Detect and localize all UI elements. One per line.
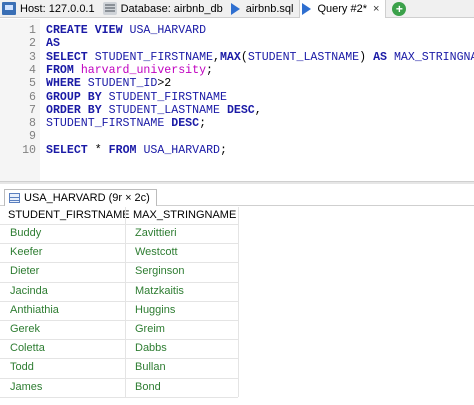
code-line[interactable]: 1 CREATE VIEW USA_HARVARD [0,24,474,37]
code-line[interactable]: 5 WHERE STUDENT_ID>2 [0,77,474,90]
row-divider [0,224,238,225]
pane-splitter[interactable] [0,181,474,184]
code-text: ORDER BY STUDENT_LASTNAME DESC, [46,103,262,117]
row-divider [0,300,238,302]
table-cell[interactable]: Westcott [125,243,238,262]
row-divider [0,262,238,264]
row-divider [0,243,238,245]
line-number: 9 [29,130,36,144]
tab-result-usa-harvard[interactable]: USA_HARVARD (9r × 2c) [4,189,157,206]
column-header[interactable]: STUDENT_FIRSTNAME [0,207,130,224]
table-cell[interactable]: Greim [125,320,238,339]
table-cell[interactable]: Todd [0,358,125,377]
code-text: FROM harvard_university; [46,63,214,77]
tab-host[interactable]: Host: 127.0.0.1 [0,0,101,18]
code-line[interactable]: 4 FROM harvard_university; [0,64,474,77]
row-divider [0,358,238,360]
table-cell[interactable]: Gerek [0,320,125,339]
sql-editor[interactable]: 1 CREATE VIEW USA_HARVARD 2 AS 3 SELECT STUDE… [0,19,474,181]
table-cell[interactable]: Keefer [0,243,125,262]
line-number: 10 [22,143,36,157]
table-cell[interactable]: Zavittieri [125,224,238,243]
tab-airbnb-sql[interactable]: airbnb.sql [229,0,300,18]
code-line[interactable]: 2 AS [0,37,474,50]
code-text: WHERE STUDENT_ID>2 [46,77,172,91]
close-tab-icon[interactable]: × [373,3,379,15]
code-text: SELECT * FROM USA_HARVARD; [46,143,227,157]
line-number: 6 [29,90,36,104]
result-tab-bar: USA_HARVARD (9r × 2c) [0,188,474,206]
database-icon [102,2,117,15]
tab-host-label: Host: 127.0.0.1 [20,2,95,15]
tab-database[interactable]: Database: airbnb_db [101,0,229,18]
line-number: 8 [29,117,36,131]
table-cell[interactable]: Serginson [125,262,238,281]
host-icon [2,2,16,15]
line-number: 2 [29,37,36,51]
play-icon [230,2,240,15]
table-grid-icon [9,193,20,203]
tab-database-label: Database: airbnb_db [120,2,223,15]
query-tab-bar: Host: 127.0.0.1 Database: airbnb_db airb… [0,0,474,18]
line-number: 5 [29,77,36,91]
line-number: 7 [29,103,36,117]
line-number: 4 [29,63,36,77]
row-divider [0,320,238,321]
line-number: 1 [29,24,36,37]
row-divider [0,281,238,283]
code-text: CREATE VIEW USA_HARVARD [46,24,207,37]
row-divider [0,377,238,379]
code-text: AS [46,37,60,51]
result-tab-label: USA_HARVARD (9r × 2c) [24,192,150,204]
tab-query-2-label: Query #2* [317,2,367,15]
table-cell[interactable]: Bond [125,378,238,397]
code-line[interactable]: 3 SELECT STUDENT_FIRSTNAME,MAX(STUDENT_LA… [0,51,474,64]
code-text: STUDENT_FIRSTNAME DESC; [46,117,207,131]
code-line[interactable]: 8 STUDENT_FIRSTNAME DESC; [0,117,474,130]
code-line[interactable]: 9 [0,130,474,143]
tab-query-2[interactable]: Query #2* × [299,0,387,18]
code-text: SELECT STUDENT_FIRSTNAME,MAX(STUDENT_LAS… [46,50,474,64]
add-tab-icon[interactable]: + [392,1,407,16]
code-text: GROUP BY STUDENT_FIRSTNAME [46,90,227,104]
code-line[interactable]: 6 GROUP BY STUDENT_FIRSTNAME [0,91,474,104]
table-cell[interactable]: Anthiathia [0,301,125,320]
table-cell[interactable]: Jacinda [0,282,125,301]
line-number: 3 [29,50,36,64]
column-divider [238,207,239,397]
table-cell[interactable]: Dieter [0,262,125,281]
row-divider [0,339,238,341]
result-grid[interactable]: STUDENT_FIRSTNAME MAX_STRINGNAME Buddy Zavi… [0,207,474,405]
column-divider [125,207,126,397]
row-divider [0,396,238,398]
table-cell[interactable]: Bullan [125,358,238,377]
table-cell[interactable]: Coletta [0,339,125,358]
table-cell[interactable]: Huggins [125,301,238,320]
code-line[interactable]: 7 ORDER BY STUDENT_LASTNAME DESC, [0,104,474,117]
table-cell[interactable]: Dabbs [125,339,238,358]
play-icon [302,2,312,15]
column-header[interactable]: MAX_STRINGNAME [125,207,238,224]
code-line[interactable]: 10 SELECT * FROM USA_HARVARD; [0,144,474,157]
table-cell[interactable]: James [0,378,125,397]
table-cell[interactable]: Matzkaitis [125,282,238,301]
tab-airbnb-sql-label: airbnb.sql [245,2,294,15]
table-cell[interactable]: Buddy [0,224,125,243]
